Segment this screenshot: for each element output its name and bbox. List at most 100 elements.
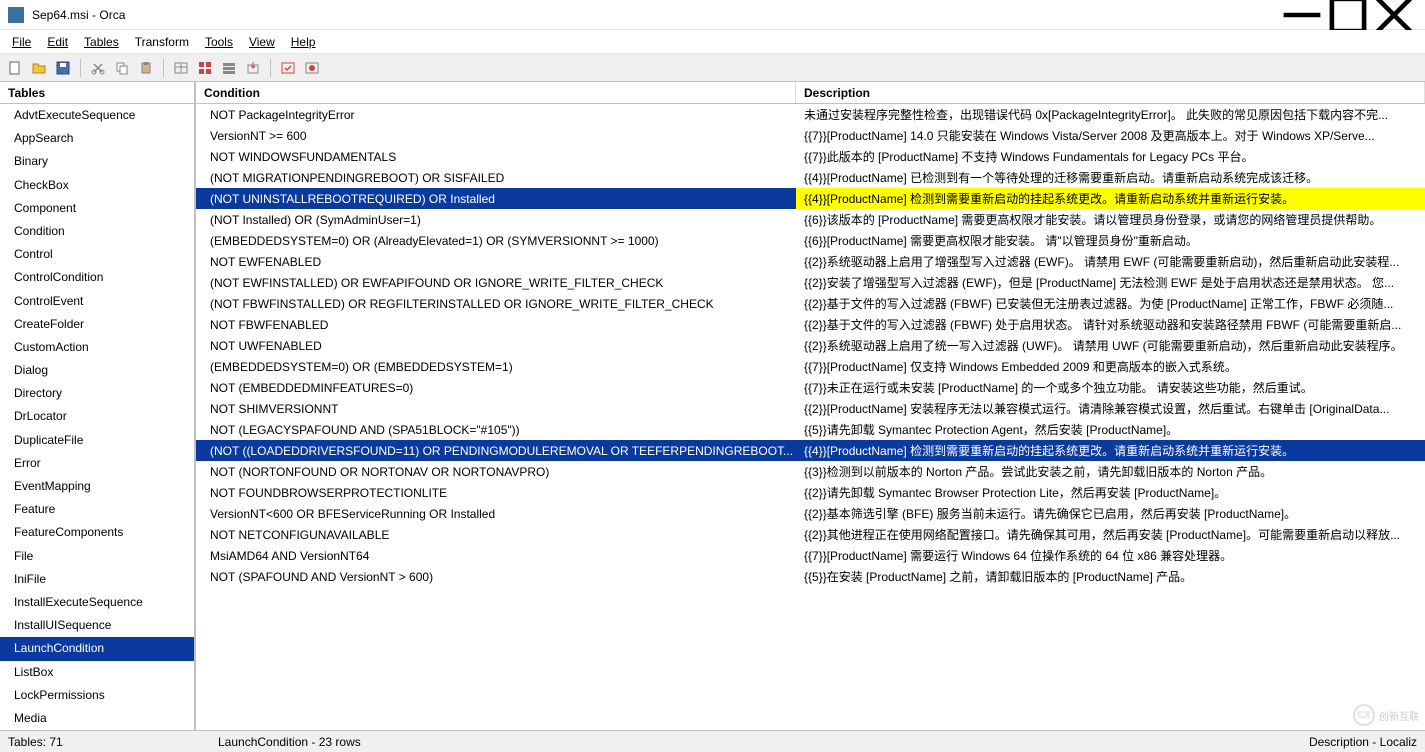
cell-description[interactable]: {{2}}[ProductName] 安装程序无法以兼容模式运行。请清除兼容模式… bbox=[796, 398, 1425, 419]
table-item[interactable]: Error bbox=[0, 452, 194, 475]
table-item[interactable]: AdvtExecuteSequence bbox=[0, 104, 194, 127]
table-item[interactable]: File bbox=[0, 545, 194, 568]
table-item[interactable]: Media bbox=[0, 707, 194, 730]
table-row[interactable]: VersionNT >= 600{{7}}[ProductName] 14.0 … bbox=[196, 125, 1425, 146]
table-item[interactable]: DuplicateFile bbox=[0, 429, 194, 452]
close-button[interactable] bbox=[1371, 0, 1417, 30]
cell-description[interactable]: {{2}}基于文件的写入过滤器 (FBWF) 已安装但无注册表过滤器。为使 [P… bbox=[796, 293, 1425, 314]
table-row[interactable]: NOT UWFENABLED{{2}}系统驱动器上启用了统一写入过滤器 (UWF… bbox=[196, 335, 1425, 356]
cell-description[interactable]: {{7}}此版本的 [ProductName] 不支持 Windows Fund… bbox=[796, 146, 1425, 167]
table-item[interactable]: LaunchCondition bbox=[0, 637, 194, 660]
table-row[interactable]: (NOT UNINSTALLREBOOTREQUIRED) OR Install… bbox=[196, 188, 1425, 209]
table-item[interactable]: Directory bbox=[0, 382, 194, 405]
cell-condition[interactable]: VersionNT<600 OR BFEServiceRunning OR In… bbox=[196, 503, 796, 524]
cell-description[interactable]: {{4}}[ProductName] 检测到需要重新启动的挂起系统更改。请重新启… bbox=[796, 440, 1425, 461]
maximize-button[interactable] bbox=[1325, 0, 1371, 30]
table-row[interactable]: NOT (EMBEDDEDMINFEATURES=0){{7}}未正在运行或未安… bbox=[196, 377, 1425, 398]
cell-condition[interactable]: (NOT Installed) OR (SymAdminUser=1) bbox=[196, 209, 796, 230]
cell-description[interactable]: {{7}}[ProductName] 14.0 只能安装在 Windows Vi… bbox=[796, 125, 1425, 146]
cell-condition[interactable]: (NOT EWFINSTALLED) OR EWFAPIFOUND OR IGN… bbox=[196, 272, 796, 293]
menu-transform[interactable]: Transform bbox=[127, 33, 197, 51]
cell-description[interactable]: {{2}}系统驱动器上启用了统一写入过滤器 (UWF)。 请禁用 UWF (可能… bbox=[796, 335, 1425, 356]
table-item[interactable]: ControlEvent bbox=[0, 290, 194, 313]
menu-help[interactable]: Help bbox=[283, 33, 324, 51]
cell-description[interactable]: {{7}}未正在运行或未安装 [ProductName] 的一个或多个独立功能。… bbox=[796, 377, 1425, 398]
cell-condition[interactable]: NOT (SPAFOUND AND VersionNT > 600) bbox=[196, 566, 796, 587]
table-row[interactable]: NOT SHIMVERSIONNT{{2}}[ProductName] 安装程序… bbox=[196, 398, 1425, 419]
table-row[interactable]: NOT WINDOWSFUNDAMENTALS{{7}}此版本的 [Produc… bbox=[196, 146, 1425, 167]
rows-button[interactable] bbox=[218, 57, 240, 79]
table-item[interactable]: Feature bbox=[0, 498, 194, 521]
table-row[interactable]: (NOT FBWFINSTALLED) OR REGFILTERINSTALLE… bbox=[196, 293, 1425, 314]
cell-condition[interactable]: NOT PackageIntegrityError bbox=[196, 104, 796, 125]
table-item[interactable]: InstallUISequence bbox=[0, 614, 194, 637]
validate-button[interactable] bbox=[277, 57, 299, 79]
tables-button[interactable] bbox=[170, 57, 192, 79]
table-row[interactable]: (EMBEDDEDSYSTEM=0) OR (AlreadyElevated=1… bbox=[196, 230, 1425, 251]
table-row[interactable]: NOT (LEGACYSPAFOUND AND (SPA51BLOCK="#10… bbox=[196, 419, 1425, 440]
table-item[interactable]: ListBox bbox=[0, 661, 194, 684]
cell-condition[interactable]: NOT (NORTONFOUND OR NORTONAV OR NORTONAV… bbox=[196, 461, 796, 482]
save-button[interactable] bbox=[52, 57, 74, 79]
table-item[interactable]: Binary bbox=[0, 150, 194, 173]
table-item[interactable]: AppSearch bbox=[0, 127, 194, 150]
table-row[interactable]: MsiAMD64 AND VersionNT64{{7}}[ProductNam… bbox=[196, 545, 1425, 566]
table-row[interactable]: (EMBEDDEDSYSTEM=0) OR (EMBEDDEDSYSTEM=1)… bbox=[196, 356, 1425, 377]
cell-description[interactable]: {{2}}请先卸载 Symantec Browser Protection Li… bbox=[796, 482, 1425, 503]
copy-button[interactable] bbox=[111, 57, 133, 79]
cell-condition[interactable]: NOT SHIMVERSIONNT bbox=[196, 398, 796, 419]
table-row[interactable]: NOT (SPAFOUND AND VersionNT > 600){{5}}在… bbox=[196, 566, 1425, 587]
table-item[interactable]: FeatureComponents bbox=[0, 521, 194, 544]
table-item[interactable]: Component bbox=[0, 197, 194, 220]
cell-condition[interactable]: MsiAMD64 AND VersionNT64 bbox=[196, 545, 796, 566]
tables-list[interactable]: AdvtExecuteSequenceAppSearchBinaryCheckB… bbox=[0, 104, 194, 730]
paste-button[interactable] bbox=[135, 57, 157, 79]
cell-condition[interactable]: NOT FOUNDBROWSERPROTECTIONLITE bbox=[196, 482, 796, 503]
cell-description[interactable]: 未通过安装程序完整性检查，出现错误代码 0x[PackageIntegrityE… bbox=[796, 104, 1425, 125]
cell-description[interactable]: {{5}}请先卸载 Symantec Protection Agent，然后安装… bbox=[796, 419, 1425, 440]
table-row[interactable]: (NOT Installed) OR (SymAdminUser=1){{6}}… bbox=[196, 209, 1425, 230]
cell-description[interactable]: {{2}}系统驱动器上启用了增强型写入过滤器 (EWF)。 请禁用 EWF (可… bbox=[796, 251, 1425, 272]
table-row[interactable]: NOT EWFENABLED{{2}}系统驱动器上启用了增强型写入过滤器 (EW… bbox=[196, 251, 1425, 272]
column-description[interactable]: Description bbox=[796, 82, 1425, 103]
table-item[interactable]: IniFile bbox=[0, 568, 194, 591]
table-item[interactable]: ControlCondition bbox=[0, 266, 194, 289]
menu-file[interactable]: File bbox=[4, 33, 39, 51]
table-item[interactable]: CustomAction bbox=[0, 336, 194, 359]
cell-condition[interactable]: (EMBEDDEDSYSTEM=0) OR (AlreadyElevated=1… bbox=[196, 230, 796, 251]
table-item[interactable]: EventMapping bbox=[0, 475, 194, 498]
cell-condition[interactable]: VersionNT >= 600 bbox=[196, 125, 796, 146]
data-rows[interactable]: NOT PackageIntegrityError未通过安装程序完整性检查，出现… bbox=[196, 104, 1425, 730]
table-item[interactable]: CheckBox bbox=[0, 174, 194, 197]
table-row[interactable]: (NOT ((LOADEDDRIVERSFOUND=11) OR PENDING… bbox=[196, 440, 1425, 461]
cell-condition[interactable]: NOT NETCONFIGUNAVAILABLE bbox=[196, 524, 796, 545]
column-condition[interactable]: Condition bbox=[196, 82, 796, 103]
cell-condition[interactable]: NOT FBWFENABLED bbox=[196, 314, 796, 335]
table-row[interactable]: VersionNT<600 OR BFEServiceRunning OR In… bbox=[196, 503, 1425, 524]
cell-description[interactable]: {{2}}基本筛选引擎 (BFE) 服务当前未运行。请先确保它已启用，然后再安装… bbox=[796, 503, 1425, 524]
menu-edit[interactable]: Edit bbox=[39, 33, 76, 51]
new-button[interactable] bbox=[4, 57, 26, 79]
menu-tools[interactable]: Tools bbox=[197, 33, 241, 51]
cell-description[interactable]: {{7}}[ProductName] 仅支持 Windows Embedded … bbox=[796, 356, 1425, 377]
table-item[interactable]: InstallExecuteSequence bbox=[0, 591, 194, 614]
cell-description[interactable]: {{3}}检测到以前版本的 Norton 产品。尝试此安装之前，请先卸载旧版本的… bbox=[796, 461, 1425, 482]
cell-condition[interactable]: (NOT ((LOADEDDRIVERSFOUND=11) OR PENDING… bbox=[196, 440, 796, 461]
cell-description[interactable]: {{6}}该版本的 [ProductName] 需要更高权限才能安装。请以管理员… bbox=[796, 209, 1425, 230]
cell-description[interactable]: {{7}}[ProductName] 需要运行 Windows 64 位操作系统… bbox=[796, 545, 1425, 566]
cell-condition[interactable]: NOT WINDOWSFUNDAMENTALS bbox=[196, 146, 796, 167]
table-item[interactable]: LockPermissions bbox=[0, 684, 194, 707]
cell-description[interactable]: {{4}}[ProductName] 已检测到有一个等待处理的迁移需要重新启动。… bbox=[796, 167, 1425, 188]
grid-button[interactable] bbox=[194, 57, 216, 79]
table-item[interactable]: Condition bbox=[0, 220, 194, 243]
table-row[interactable]: NOT (NORTONFOUND OR NORTONAV OR NORTONAV… bbox=[196, 461, 1425, 482]
open-button[interactable] bbox=[28, 57, 50, 79]
table-item[interactable]: CreateFolder bbox=[0, 313, 194, 336]
cell-description[interactable]: {{6}}[ProductName] 需要更高权限才能安装。 请"以管理员身份"… bbox=[796, 230, 1425, 251]
menu-tables[interactable]: Tables bbox=[76, 33, 127, 51]
menu-view[interactable]: View bbox=[241, 33, 283, 51]
table-row[interactable]: NOT FBWFENABLED{{2}}基于文件的写入过滤器 (FBWF) 处于… bbox=[196, 314, 1425, 335]
cell-condition[interactable]: NOT EWFENABLED bbox=[196, 251, 796, 272]
table-row[interactable]: NOT NETCONFIGUNAVAILABLE{{2}}其他进程正在使用网络配… bbox=[196, 524, 1425, 545]
errors-button[interactable] bbox=[301, 57, 323, 79]
